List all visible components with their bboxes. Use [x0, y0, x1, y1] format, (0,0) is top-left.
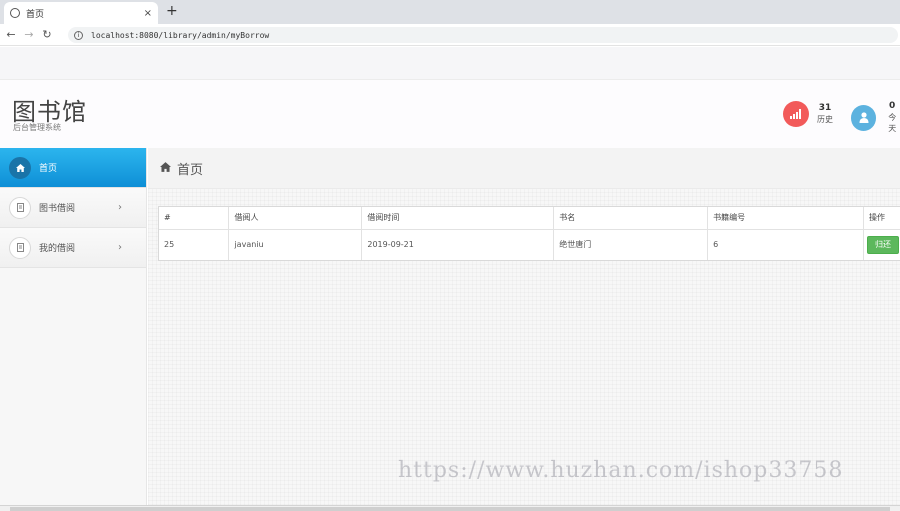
stat-today[interactable]: 0 今天 — [851, 101, 900, 134]
borrow-table-panel: # 借阅人 借阅时间 书名 书籍编号 操作 25 javaniu 2019-09… — [158, 206, 900, 261]
new-tab-button[interactable]: + — [166, 3, 178, 19]
back-arrow-icon[interactable]: ← — [2, 28, 20, 41]
cell-action: 归还 — [863, 229, 900, 260]
col-header-book-no: 书籍编号 — [707, 207, 864, 230]
cell-id: 25 — [159, 229, 230, 260]
info-icon[interactable]: i — [74, 30, 83, 40]
home-icon — [9, 156, 31, 179]
url-text: localhost:8080/library/admin/myBorrow — [91, 30, 270, 40]
watermark-text: https://www.huzhan.com/ishop33758 — [398, 458, 844, 483]
tab-close-icon[interactable]: × — [144, 8, 152, 19]
stat-history[interactable]: 31 历史 — [783, 101, 833, 127]
breadcrumb: 首页 — [148, 148, 900, 189]
sidebar: 首页 图书借阅 › 我的借阅 › — [0, 148, 147, 511]
brand-subtitle: 后台管理系统 — [13, 123, 61, 132]
table-header-row: # 借阅人 借阅时间 书名 书籍编号 操作 — [159, 207, 900, 230]
sidebar-item-label: 首页 — [39, 164, 58, 174]
cell-time: 2019-09-21 — [361, 229, 555, 260]
tab-title: 首页 — [26, 9, 45, 20]
main-content: 首页 # 借阅人 借阅时间 书名 书籍编号 操作 25 javaniu 2019… — [148, 148, 900, 511]
book-icon — [9, 196, 31, 219]
stat-today-label: 今天 — [888, 113, 897, 133]
return-button[interactable]: 归还 — [866, 235, 899, 254]
stat-history-label: 历史 — [817, 115, 833, 124]
horizontal-scrollbar[interactable] — [0, 505, 900, 511]
user-icon — [851, 104, 877, 131]
chevron-right-icon: › — [118, 242, 122, 253]
sidebar-item-my-borrow[interactable]: 我的借阅 › — [0, 228, 146, 268]
browser-tab[interactable]: 首页 × — [4, 2, 158, 24]
page-title: 首页 — [177, 162, 204, 178]
table-row: 25 javaniu 2019-09-21 绝世唐门 6 归还 — [159, 229, 900, 260]
sidebar-item-label: 我的借阅 — [39, 244, 76, 254]
borrow-table: # 借阅人 借阅时间 书名 书籍编号 操作 25 javaniu 2019-09… — [159, 207, 900, 260]
globe-icon — [10, 8, 20, 18]
home-icon — [160, 161, 171, 175]
cell-book-no: 6 — [707, 229, 864, 260]
sidebar-item-label: 图书借阅 — [39, 204, 76, 214]
reload-icon[interactable]: ↻ — [38, 28, 56, 41]
col-header-time: 借阅时间 — [361, 207, 555, 230]
sidebar-item-home[interactable]: 首页 — [0, 148, 146, 188]
sidebar-item-book-borrow[interactable]: 图书借阅 › — [0, 188, 146, 228]
page-header: 图书馆 后台管理系统 31 历史 0 今天 — [0, 80, 900, 148]
chevron-right-icon: › — [118, 202, 122, 213]
col-header-borrower: 借阅人 — [228, 207, 363, 230]
col-header-id: # — [159, 207, 230, 230]
browser-toolbar: ← → ↻ i localhost:8080/library/admin/myB… — [0, 24, 900, 46]
book-icon — [9, 236, 31, 259]
stat-history-value: 31 — [818, 103, 832, 113]
forward-arrow-icon[interactable]: → — [20, 28, 38, 41]
browser-tab-strip: 首页 × + — [0, 0, 900, 24]
cell-book: 绝世唐门 — [553, 229, 709, 260]
top-navbar — [0, 47, 900, 80]
col-header-book: 书名 — [553, 207, 709, 230]
cell-borrower: javaniu — [228, 229, 363, 260]
stat-today-value: 0 — [889, 101, 896, 111]
col-header-action: 操作 — [863, 207, 900, 230]
address-bar[interactable]: i localhost:8080/library/admin/myBorrow — [68, 27, 898, 43]
scrollbar-thumb[interactable] — [10, 507, 890, 511]
signal-icon — [783, 101, 809, 127]
